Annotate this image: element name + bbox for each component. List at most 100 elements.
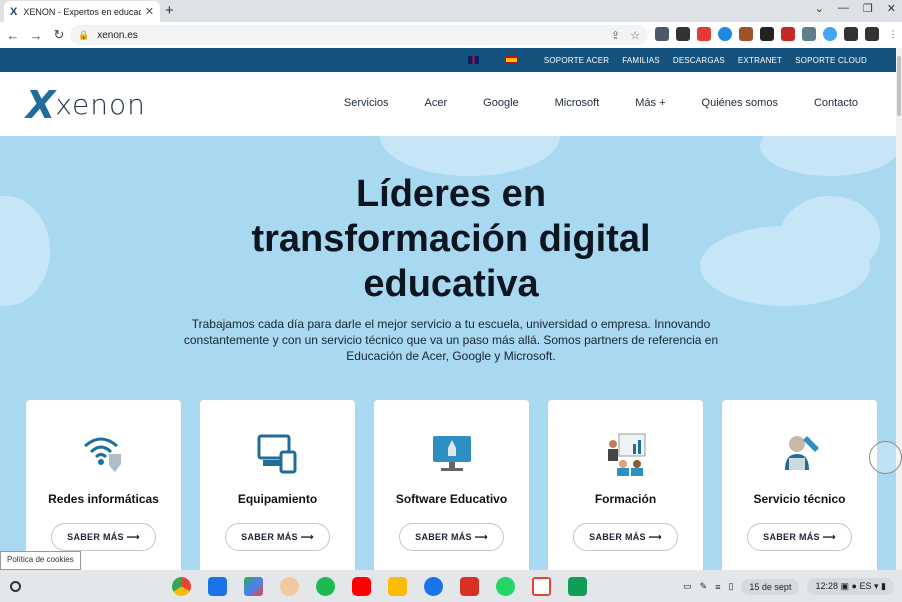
topbar-link-soporte-acer[interactable]: SOPORTE ACER	[544, 56, 609, 65]
topbar-link-descargas[interactable]: DESCARGAS	[673, 56, 725, 65]
nav-microsoft[interactable]: Microsoft	[555, 97, 600, 109]
chat-app-icon[interactable]	[424, 577, 443, 596]
back-icon[interactable]: ←	[3, 28, 23, 43]
tab-search-icon[interactable]: ⌄	[815, 2, 824, 15]
nav-servicios[interactable]: Servicios	[344, 97, 389, 109]
card-formacion[interactable]: Formación SABER MÁS ⟶	[548, 400, 703, 570]
new-tab-button[interactable]: +	[165, 2, 174, 19]
bookmark-star-icon[interactable]: ☆	[630, 29, 640, 42]
saber-mas-button[interactable]: SABER MÁS ⟶	[573, 523, 678, 551]
extension-icon[interactable]	[823, 27, 837, 41]
site-header: X xenon Servicios Acer Google Microsoft …	[0, 72, 902, 136]
saber-mas-button[interactable]: SABER MÁS ⟶	[747, 523, 852, 551]
pen-extension-icon[interactable]	[676, 27, 690, 41]
minimize-icon[interactable]: —	[838, 2, 849, 15]
scrollbar-thumb[interactable]	[897, 56, 901, 116]
extension-icon[interactable]	[739, 27, 753, 41]
lock-icon[interactable]: 🔒	[78, 30, 89, 41]
topbar-link-extranet[interactable]: EXTRANET	[738, 56, 782, 65]
clock: 12:28	[815, 581, 838, 591]
tablet-icon[interactable]: ▯	[728, 581, 733, 592]
tab-close-icon[interactable]: ✕	[145, 5, 154, 18]
forward-icon[interactable]: →	[26, 28, 46, 43]
card-title: Equipamiento	[237, 492, 318, 506]
technician-icon	[784, 436, 819, 470]
saber-mas-button[interactable]: SABER MÁS ⟶	[51, 523, 156, 551]
card-title: Servicio técnico	[753, 492, 846, 506]
cursor-highlight	[869, 441, 902, 474]
share-icon[interactable]: ⇪	[611, 29, 620, 42]
spotify-icon[interactable]	[316, 577, 335, 596]
nav-contacto[interactable]: Contacto	[814, 97, 858, 109]
extension-icon[interactable]	[697, 27, 711, 41]
card-redes[interactable]: Redes informáticas SABER MÁS ⟶	[26, 400, 181, 570]
card-servicio-tecnico[interactable]: Servicio técnico SABER MÁS ⟶	[722, 400, 877, 570]
os-shelf: ▭ ✎ ≡ ▯ 15 de sept 12:28 ▣ ● ES ▾ ▮	[0, 570, 902, 602]
logo-text: xenon	[55, 88, 146, 121]
chrome-app-icon[interactable]	[172, 577, 191, 596]
cloud-decoration	[380, 136, 560, 176]
page-scrollbar[interactable]	[896, 48, 902, 570]
launcher-icon[interactable]	[10, 581, 21, 592]
drawing-app-icon[interactable]	[280, 577, 299, 596]
web-page: SOPORTE ACER FAMILIAS DESCARGAS EXTRANET…	[0, 48, 902, 570]
hero-description: Trabajamos cada día para darle el mejor …	[183, 317, 719, 363]
browser-tab[interactable]: X XENON - Expertos en educació ✕	[4, 1, 160, 22]
card-equipamiento[interactable]: Equipamiento SABER MÁS ⟶	[200, 400, 355, 570]
saber-mas-button[interactable]: SABER MÁS ⟶	[399, 523, 504, 551]
saber-mas-button[interactable]: SABER MÁS ⟶	[225, 523, 330, 551]
wifi-shield-icon	[83, 437, 121, 472]
puzzle-extensions-icon[interactable]	[844, 27, 858, 41]
files-app-icon[interactable]	[208, 577, 227, 596]
play-store-icon[interactable]	[244, 577, 263, 596]
nav-google[interactable]: Google	[483, 97, 518, 109]
wifi-icon: ▾	[874, 581, 879, 591]
extension-icon[interactable]	[781, 27, 795, 41]
nav-quienes-somos[interactable]: Quiénes somos	[702, 97, 778, 109]
english-flag-icon[interactable]	[467, 56, 479, 64]
menu-kebab-icon[interactable]: ⋮	[886, 27, 900, 41]
spanish-flag-icon[interactable]	[505, 56, 517, 64]
cookie-policy-tab[interactable]: Política de cookies	[0, 551, 81, 570]
service-cards: Redes informáticas SABER MÁS ⟶ Equipamie…	[26, 400, 877, 570]
battery-icon: ▮	[881, 581, 886, 591]
google-chat-icon[interactable]	[568, 577, 587, 596]
card-title: Formación	[594, 492, 657, 506]
hero-title: Líderes en transformación digital educat…	[251, 173, 651, 305]
gmail-icon[interactable]	[532, 577, 551, 596]
favicon-icon: X	[10, 5, 18, 18]
youtube-icon[interactable]	[352, 577, 371, 596]
google-meet-icon[interactable]	[388, 577, 407, 596]
monitor-rocket-icon	[432, 436, 471, 471]
screencast-icon[interactable]	[460, 577, 479, 596]
tab-strip: X XENON - Expertos en educació ✕ + ⌄ — ❐…	[0, 0, 902, 22]
browser-toolbar: ← → ↻ 🔒 xenon.es ⇪ ☆ ⋮	[0, 22, 902, 48]
clipboard-icon[interactable]: ≡	[715, 582, 720, 592]
address-bar[interactable]: 🔒 xenon.es ⇪ ☆	[70, 25, 648, 45]
extension-icon[interactable]	[718, 27, 732, 41]
url-text[interactable]: xenon.es	[97, 30, 611, 41]
extension-icon[interactable]	[655, 27, 669, 41]
files-tray-icon[interactable]: ▭	[683, 581, 692, 592]
whatsapp-icon[interactable]	[496, 577, 515, 596]
tab-title: XENON - Expertos en educació	[23, 6, 141, 17]
restore-icon[interactable]: ❐	[863, 2, 873, 15]
side-panel-icon[interactable]	[865, 27, 879, 41]
notification-icon: ▣ ●	[840, 581, 857, 591]
extension-icon[interactable]	[760, 27, 774, 41]
topbar-link-soporte-cloud[interactable]: SOPORTE CLOUD	[795, 56, 867, 65]
stylus-icon[interactable]: ✎	[700, 581, 708, 592]
xenon-logo[interactable]: X xenon	[26, 82, 146, 127]
nav-acer[interactable]: Acer	[425, 97, 448, 109]
window-close-icon[interactable]: ✕	[887, 2, 896, 15]
logo-mark: X	[26, 82, 56, 127]
status-area[interactable]: 12:28 ▣ ● ES ▾ ▮	[807, 578, 894, 595]
extension-icon[interactable]	[802, 27, 816, 41]
date-display[interactable]: 15 de sept	[741, 578, 800, 595]
nav-mas[interactable]: Más +	[635, 97, 665, 109]
language-indicator: ES	[859, 581, 872, 591]
topbar-link-familias[interactable]: FAMILIAS	[622, 56, 660, 65]
card-title: Software Educativo	[395, 492, 508, 506]
card-software[interactable]: Software Educativo SABER MÁS ⟶	[374, 400, 529, 570]
reload-icon[interactable]: ↻	[49, 27, 69, 43]
